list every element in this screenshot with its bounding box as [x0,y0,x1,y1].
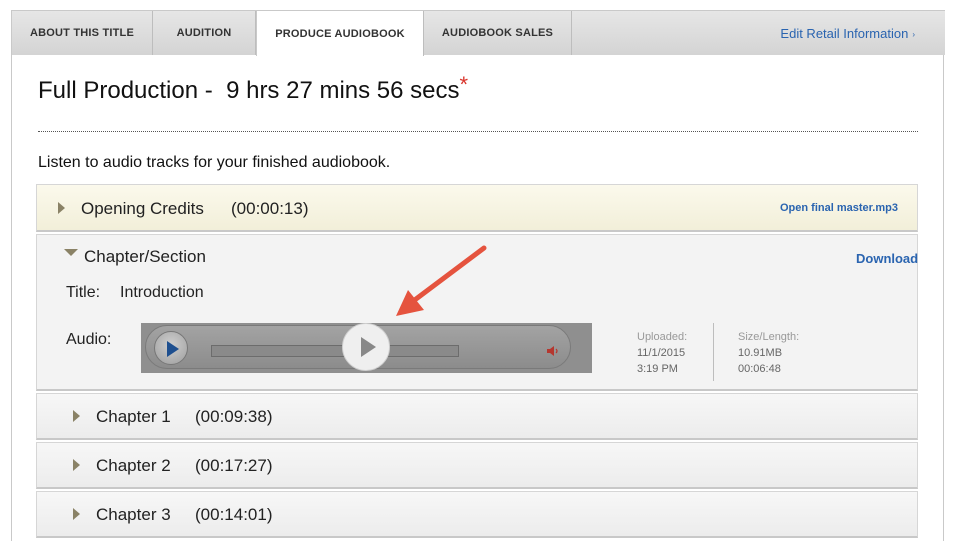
title-field-label: Title: [66,284,101,301]
meta-divider [713,323,714,381]
track-label: Opening Credits [81,199,204,218]
track-label: Chapter 1 [96,407,171,426]
track-row-chapter[interactable]: Chapter 1 (00:09:38) [36,393,918,440]
uploaded-time: 3:19 PM [637,363,678,375]
progress-bar[interactable] [211,345,459,357]
volume-icon[interactable] [546,344,560,356]
track-row-chapter[interactable]: Chapter 2 (00:17:27) [36,442,918,489]
length-value: 00:06:48 [738,363,781,375]
title-field-value: Introduction [120,284,204,301]
play-overlay-button[interactable] [342,323,390,371]
tab-audiobook-sales[interactable]: AUDIOBOOK SALES [424,11,572,55]
chevron-right-icon: › [912,30,915,39]
audio-player[interactable] [141,323,592,373]
download-link[interactable]: Download [856,251,918,266]
annotation-arrow-icon [396,245,487,316]
section-label: Chapter/Section [84,247,206,266]
size-value: 10.91MB [738,347,783,359]
play-icon [167,341,179,357]
tab-audition[interactable]: AUDITION [153,11,256,55]
track-duration: (00:17:27) [195,456,273,475]
track-duration: (00:09:38) [195,407,273,426]
tab-produce-audiobook[interactable]: PRODUCE AUDIOBOOK [256,11,424,56]
play-button[interactable] [154,331,188,365]
expand-triangle-icon[interactable] [73,508,80,520]
uploaded-date: 11/1/2015 [637,347,686,359]
page-title-text: Full Production - 9 hrs 27 mins 56 secs [38,77,460,104]
expand-triangle-icon[interactable] [73,410,80,422]
edit-retail-information-link[interactable]: Edit Retail Information › [780,26,915,41]
size-info: Size/Length: 10.91MB 00:06:48 [738,329,799,377]
track-row-opening-credits[interactable]: Opening Credits (00:00:13) Open final ma… [36,184,918,232]
edit-retail-label: Edit Retail Information [780,26,909,41]
play-icon [361,337,376,357]
expand-triangle-icon[interactable] [73,459,80,471]
audio-field-label: Audio: [66,331,112,348]
intro-text: Listen to audio tracks for your finished… [38,154,391,171]
tab-bar: ABOUT THIS TITLE AUDITION PRODUCE AUDIOB… [12,10,945,56]
title-divider [38,131,918,132]
track-row-chapter[interactable]: Chapter 3 (00:14:01) [36,491,918,538]
page-title: Full Production - 9 hrs 27 mins 56 secs* [38,72,468,105]
size-length-label: Size/Length: [738,331,800,343]
tab-about-this-title[interactable]: ABOUT THIS TITLE [12,11,153,55]
collapse-triangle-icon[interactable] [64,249,78,256]
expand-triangle-icon[interactable] [58,202,65,214]
track-duration: (00:14:01) [195,505,273,524]
open-final-master-link[interactable]: Open final master.mp3 [780,202,898,214]
track-label: Chapter 2 [96,456,171,475]
uploaded-label: Uploaded: [637,331,688,343]
track-duration: (00:00:13) [231,199,309,218]
required-asterisk: * [459,72,469,97]
track-label: Chapter 3 [96,505,171,524]
upload-info: Uploaded: 11/1/2015 3:19 PM [637,329,687,377]
